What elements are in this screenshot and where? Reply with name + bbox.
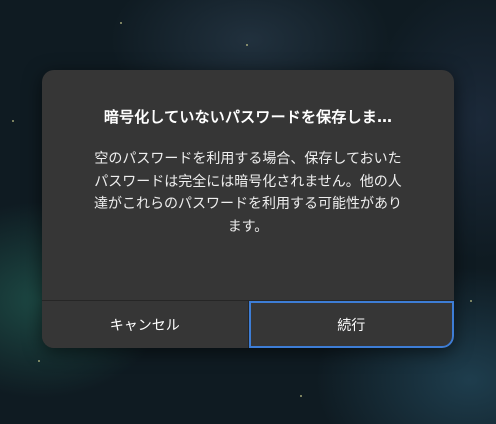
- background-star: [300, 395, 302, 397]
- background-star: [470, 300, 472, 302]
- background-star: [120, 22, 122, 24]
- continue-button-label: 続行: [337, 317, 366, 334]
- dialog-button-row: キャンセル 続行: [42, 300, 454, 348]
- unencrypted-password-dialog: 暗号化していないパスワードを保存しま… 空のパスワードを利用する場合、保存してお…: [42, 70, 454, 348]
- cancel-button[interactable]: キャンセル: [42, 301, 249, 348]
- background-star: [38, 360, 40, 362]
- background-star: [246, 44, 248, 46]
- continue-button[interactable]: 続行: [248, 301, 454, 348]
- background-star: [12, 120, 14, 122]
- cancel-button-label: キャンセル: [109, 317, 180, 334]
- dialog-title: 暗号化していないパスワードを保存しま…: [103, 108, 393, 126]
- dialog-message: 空のパスワードを利用する場合、保存しておいた パスワードは完全には暗号化されませ…: [94, 151, 402, 235]
